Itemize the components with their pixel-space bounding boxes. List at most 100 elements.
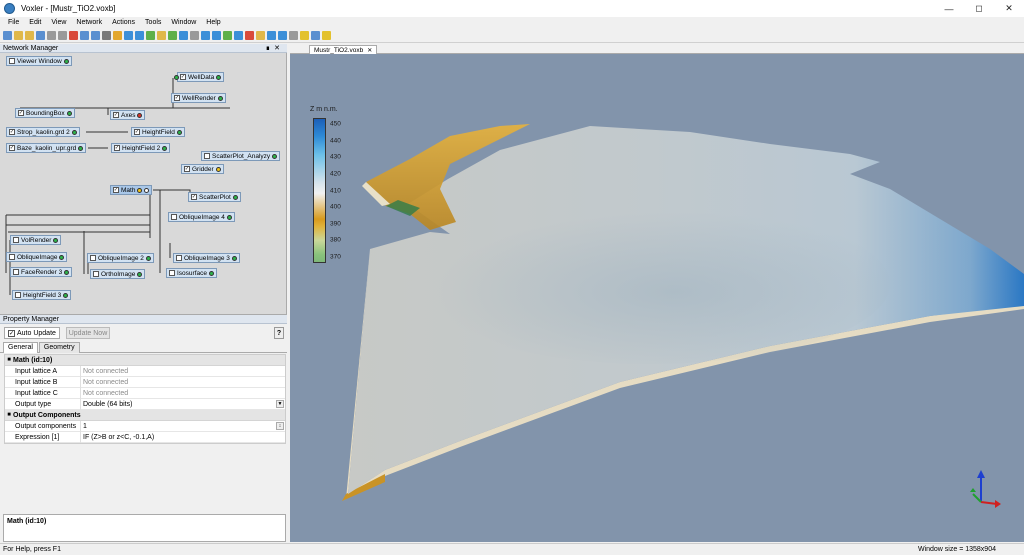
- input-lattice-c-value[interactable]: Not connected: [81, 388, 285, 399]
- node-viewer-window[interactable]: Viewer Window: [6, 56, 72, 66]
- output-port-icon[interactable]: [145, 255, 151, 261]
- output-port-icon[interactable]: [176, 129, 182, 135]
- node-checkbox[interactable]: [176, 255, 182, 261]
- node-checkbox[interactable]: [93, 271, 99, 277]
- toolbar-button-icon[interactable]: [113, 30, 122, 40]
- node-axes[interactable]: ✓ Axes: [110, 110, 146, 120]
- node-checkbox[interactable]: [9, 254, 15, 260]
- node-checkbox[interactable]: ✓: [9, 129, 15, 135]
- node-heightfield[interactable]: ✓ HeightField: [131, 127, 185, 137]
- output-port-icon[interactable]: [162, 145, 168, 151]
- property-row[interactable]: Input lattice B Not connected: [5, 376, 285, 388]
- node-obliqueimage-2[interactable]: ObliqueImage 2: [87, 253, 154, 263]
- tab-geometry[interactable]: Geometry: [38, 342, 80, 353]
- output-port-icon[interactable]: [231, 255, 237, 261]
- node-welldata[interactable]: ✓ WellData: [174, 72, 225, 82]
- node-obliqueimage-3[interactable]: ObliqueImage 3: [173, 253, 240, 263]
- node-math[interactable]: ✓ Math: [110, 185, 153, 195]
- viewer-window[interactable]: Z m n.m. 450 440 430 420 410 400 390 380 370: [290, 54, 1024, 542]
- node-gridder[interactable]: ✓ Gridder: [181, 164, 224, 174]
- maximize-icon[interactable]: ◻: [964, 0, 994, 17]
- toolbar-button-icon[interactable]: [91, 30, 100, 40]
- output-port-icon[interactable]: [63, 58, 69, 64]
- toolbar-button-icon[interactable]: [278, 30, 287, 40]
- node-facerender-3[interactable]: FaceRender 3: [10, 267, 73, 277]
- node-checkbox[interactable]: [13, 237, 19, 243]
- node-volrender[interactable]: VolRender: [10, 235, 62, 245]
- node-boundingbox[interactable]: ✓ BoundingBox: [15, 108, 75, 118]
- output-port-icon[interactable]: [66, 110, 72, 116]
- menu-tools[interactable]: Tools: [140, 19, 166, 26]
- output-type-select[interactable]: Double (64 bits) ▼: [81, 399, 285, 410]
- menu-edit[interactable]: Edit: [24, 19, 46, 26]
- menu-file[interactable]: File: [3, 19, 24, 26]
- update-now-button[interactable]: Update Now: [66, 327, 110, 339]
- toolbar-button-icon[interactable]: [157, 30, 166, 40]
- menu-actions[interactable]: Actions: [107, 19, 140, 26]
- output-port-icon[interactable]: [137, 112, 143, 118]
- node-scatterplot[interactable]: ✓ ScatterPlot: [188, 192, 241, 202]
- toolbar-button-icon[interactable]: [322, 30, 331, 40]
- toolbar-button-icon[interactable]: [47, 30, 56, 40]
- toolbar-button-icon[interactable]: [3, 30, 12, 40]
- output-port-icon[interactable]: [215, 166, 221, 172]
- pane-close-icon[interactable]: ✕: [274, 45, 284, 52]
- toolbar-button-icon[interactable]: [135, 30, 144, 40]
- node-checkbox[interactable]: [169, 270, 175, 276]
- output-port-icon[interactable]: [53, 237, 59, 243]
- node-heightfield-3[interactable]: HeightField 3: [12, 290, 72, 300]
- output-port-icon[interactable]: [144, 187, 150, 193]
- toolbar-button-icon[interactable]: [80, 30, 89, 40]
- spin-icon[interactable]: ↕: [276, 421, 284, 430]
- network-canvas[interactable]: Viewer Window ✓ WellData ✓ WellRender ✓ …: [0, 53, 287, 314]
- node-isosurface[interactable]: Isosurface: [166, 268, 217, 278]
- input-port-icon[interactable]: [174, 75, 179, 80]
- property-row[interactable]: Input lattice A Not connected: [5, 365, 285, 377]
- output-port-icon[interactable]: [226, 214, 232, 220]
- toolbar-button-icon[interactable]: [25, 30, 34, 40]
- toolbar-button-icon[interactable]: [146, 30, 155, 40]
- toolbar-button-icon[interactable]: [102, 30, 111, 40]
- node-obliqueimage[interactable]: ObliqueImage: [6, 252, 68, 262]
- node-checkbox[interactable]: ✓: [113, 187, 119, 193]
- output-port-icon[interactable]: [137, 271, 143, 277]
- property-row[interactable]: Input lattice C Not connected: [5, 387, 285, 399]
- toolbar-button-icon[interactable]: [201, 30, 210, 40]
- chevron-down-icon[interactable]: ▼: [276, 399, 284, 408]
- menu-network[interactable]: Network: [71, 19, 107, 26]
- toolbar-button-icon[interactable]: [289, 30, 298, 40]
- toolbar-button-icon[interactable]: [58, 30, 67, 40]
- menu-window[interactable]: Window: [166, 19, 201, 26]
- output-port-icon[interactable]: [59, 254, 65, 260]
- toolbar-button-icon[interactable]: [311, 30, 320, 40]
- help-button[interactable]: ?: [274, 327, 284, 339]
- input-lattice-a-value[interactable]: Not connected: [81, 366, 285, 377]
- node-heightfield-2[interactable]: ✓ HeightField 2: [111, 143, 171, 153]
- document-tab[interactable]: Mustr_TiO2.voxb ✕: [309, 45, 378, 54]
- output-port-icon[interactable]: [272, 153, 278, 159]
- property-row[interactable]: Output type Double (64 bits) ▼: [5, 398, 285, 410]
- node-checkbox[interactable]: [9, 58, 15, 64]
- menu-help[interactable]: Help: [201, 19, 225, 26]
- pin-icon[interactable]: ∎: [266, 45, 274, 52]
- toolbar-button-icon[interactable]: [234, 30, 243, 40]
- node-checkbox[interactable]: [13, 269, 19, 275]
- toolbar-button-icon[interactable]: [36, 30, 45, 40]
- toolbar-button-icon[interactable]: [223, 30, 232, 40]
- output-port-icon[interactable]: [217, 95, 223, 101]
- node-checkbox[interactable]: ✓: [9, 145, 15, 151]
- node-checkbox[interactable]: ✓: [180, 74, 186, 80]
- close-tab-icon[interactable]: ✕: [367, 47, 372, 54]
- toolbar-button-icon[interactable]: [179, 30, 188, 40]
- node-baze-kaolin[interactable]: ✓ Baze_kaolin_upr.grd: [6, 143, 87, 153]
- output-port-icon[interactable]: [71, 129, 77, 135]
- input-lattice-b-value[interactable]: Not connected: [81, 377, 285, 388]
- output-port-icon[interactable]: [216, 74, 222, 80]
- property-row[interactable]: Output components 1 ↕: [5, 420, 285, 432]
- node-scatterplot-analyzer[interactable]: ScatterPlot_Analyzy: [201, 151, 281, 161]
- output-port-icon[interactable]: [209, 270, 214, 276]
- toolbar-button-icon[interactable]: [14, 30, 23, 40]
- auto-update-checkbox[interactable]: ✓ Auto Update: [4, 327, 60, 339]
- node-checkbox[interactable]: ✓: [184, 166, 190, 172]
- expression-input[interactable]: IF (Z>B or z<C, -0.1,A): [81, 432, 285, 443]
